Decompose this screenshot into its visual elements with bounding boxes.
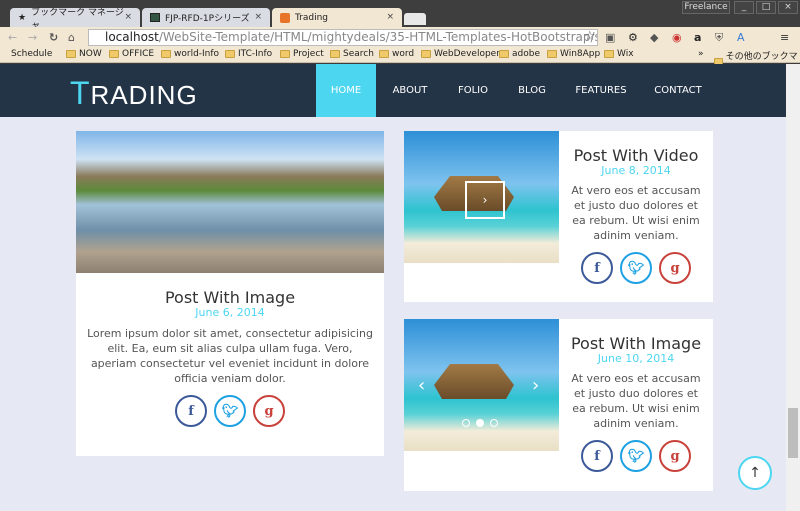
folder-icon (330, 50, 340, 58)
nav-contact[interactable]: CONTACT (648, 64, 708, 117)
maximize-button[interactable]: □ (756, 1, 776, 14)
nav-features[interactable]: FEATURES (570, 64, 632, 117)
scrollbar-thumb[interactable] (788, 408, 798, 458)
folder-icon (109, 50, 119, 58)
star-icon: ★ (18, 12, 27, 23)
bookmark-folder[interactable]: OFFICE (109, 49, 154, 59)
folder-icon (499, 50, 509, 58)
tab-trading[interactable]: Trading × (272, 8, 402, 27)
post-title[interactable]: Post With Image (559, 334, 713, 353)
google-plus-icon[interactable]: g (253, 395, 285, 427)
translate-icon[interactable]: A (737, 31, 745, 44)
bookmark-folder[interactable]: ITC-Info (225, 49, 272, 59)
nav-home[interactable]: HOME (316, 64, 376, 117)
bookmark-star-icon[interactable]: ☆ (584, 29, 596, 44)
folder-icon (280, 50, 290, 58)
post-text: At vero eos et accusam et justo duo dolo… (571, 372, 701, 430)
post-image (76, 131, 384, 273)
carousel-indicators (462, 419, 498, 427)
bookmark-folder[interactable]: Win8App (547, 49, 600, 59)
nav-blog[interactable]: BLOG (512, 64, 552, 117)
folder-icon (66, 50, 76, 58)
home-icon[interactable]: ⌂ (68, 31, 75, 44)
google-plus-icon[interactable]: g (659, 440, 691, 472)
bookmarks-overflow[interactable]: » (698, 49, 704, 59)
page-icon (150, 13, 160, 22)
google-plus-icon[interactable]: g (659, 252, 691, 284)
twitter-icon[interactable]: 🐦︎ (620, 252, 652, 284)
post-title[interactable]: Post With Video (559, 146, 713, 165)
image-carousel: ‹ › (404, 319, 559, 451)
bookmark-folder[interactable]: word (379, 49, 414, 59)
bookmarks-bar: Schedule NOW OFFICE world-Info ITC-Info … (0, 47, 800, 75)
minimize-button[interactable]: _ (734, 1, 754, 14)
folder-icon (379, 50, 389, 58)
site-navbar: TRADING HOME ABOUT FOLIO BLOG FEATURES C… (0, 64, 786, 117)
bookmark-folder[interactable]: adobe (499, 49, 540, 59)
bookmark-folder[interactable]: Project (280, 49, 324, 59)
address-bar[interactable]: localhost/WebSite-Template/HTML/mightyde… (88, 29, 598, 46)
indicator-dot-active[interactable] (476, 419, 484, 427)
menu-icon[interactable]: ≡ (780, 31, 789, 44)
carousel-next-icon[interactable]: › (532, 375, 539, 396)
forward-icon[interactable]: → (28, 31, 37, 44)
shield-icon[interactable]: ⛨ (715, 31, 723, 45)
bookmark-folder[interactable]: world-Info (161, 49, 219, 59)
bookmark-schedule[interactable]: Schedule (8, 49, 52, 59)
social-links: f 🐦︎ g (76, 395, 384, 427)
social-links: f 🐦︎ g (559, 252, 713, 284)
tab-fjp[interactable]: FJP-RFD-1Pシリーズ［1ペ× (142, 8, 270, 27)
twitter-icon[interactable]: 🐦︎ (620, 440, 652, 472)
bookmark-folder[interactable]: NOW (66, 49, 102, 59)
folder-icon (547, 50, 557, 58)
pdf-icon[interactable]: ◉ (672, 31, 682, 44)
indicator-dot[interactable] (462, 419, 470, 427)
post-card: Post With Image June 6, 2014 Lorem ipsum… (76, 131, 384, 456)
folder-icon (604, 50, 614, 58)
folder-icon (421, 50, 431, 58)
close-window-button[interactable]: × (778, 1, 798, 14)
gear-icon[interactable]: ⚙ (628, 31, 638, 44)
indicator-dot[interactable] (490, 419, 498, 427)
hut-image (434, 364, 514, 399)
bookmark-folder[interactable]: WebDeveloper (421, 49, 500, 59)
social-links: f 🐦︎ g (559, 440, 713, 472)
post-video[interactable]: › (404, 131, 559, 263)
post-text: Lorem ipsum dolor sit amet, consectetur … (87, 327, 373, 385)
close-icon[interactable]: × (254, 12, 262, 22)
nav-about[interactable]: ABOUT (386, 64, 434, 117)
post-date: June 10, 2014 (597, 352, 675, 365)
facebook-icon[interactable]: f (175, 395, 207, 427)
bookmark-folder[interactable]: Wix (604, 49, 634, 59)
post-date: June 8, 2014 (601, 164, 671, 177)
extension-icon[interactable]: ◆ (650, 31, 658, 44)
post-date: June 6, 2014 (195, 306, 265, 319)
back-icon[interactable]: ← (8, 31, 17, 44)
carousel-prev-icon[interactable]: ‹ (418, 375, 425, 396)
play-icon[interactable]: › (465, 181, 505, 219)
logo[interactable]: TRADING (70, 75, 198, 112)
facebook-icon[interactable]: f (581, 440, 613, 472)
close-icon[interactable]: × (386, 12, 394, 22)
scroll-to-top-button[interactable]: ↑ (738, 456, 772, 490)
amazon-icon[interactable]: a (694, 31, 701, 44)
post-text: At vero eos et accusam et justo duo dolo… (571, 184, 701, 242)
tab-bookmark-manager[interactable]: ★ ブックマーク マネージャ × (10, 8, 140, 31)
nav-folio[interactable]: FOLIO (452, 64, 494, 117)
folder-icon (225, 50, 235, 58)
web-page: TRADING HOME ABOUT FOLIO BLOG FEATURES C… (0, 64, 786, 511)
site-icon (280, 12, 290, 23)
post-title[interactable]: Post With Image (76, 288, 384, 307)
post-card: › Post With Video June 8, 2014 At vero e… (404, 131, 713, 302)
twitter-icon[interactable]: 🐦︎ (214, 395, 246, 427)
new-tab-button[interactable] (404, 13, 426, 25)
close-icon[interactable]: × (124, 12, 132, 22)
bookmark-folder[interactable]: Search (330, 49, 374, 59)
reload-icon[interactable]: ↻ (49, 31, 58, 44)
folder-icon (161, 50, 171, 58)
facebook-icon[interactable]: f (581, 252, 613, 284)
extension-icon[interactable]: ▣ (605, 31, 615, 44)
post-card: ‹ › Post With Image June 10, 2014 At ver… (404, 319, 713, 491)
profile-button[interactable]: Freelance (682, 1, 730, 14)
